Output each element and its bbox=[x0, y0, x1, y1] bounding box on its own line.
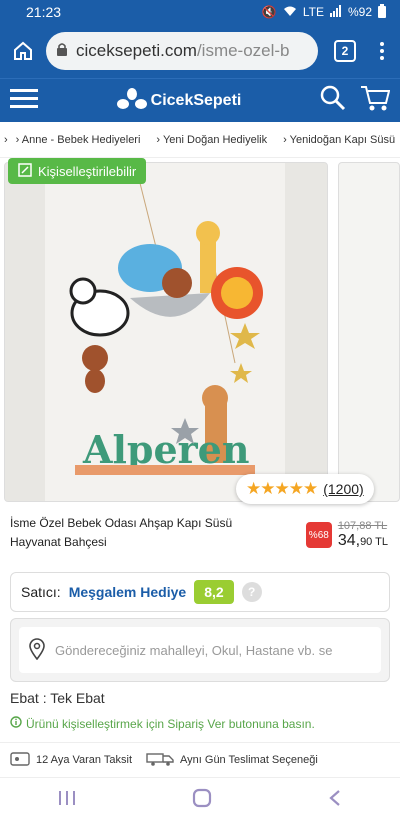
logo-text: CicekSepeti bbox=[150, 91, 242, 109]
status-bar: 21:23 🔇 LTE %92 bbox=[0, 0, 400, 24]
recent-apps-icon[interactable] bbox=[58, 790, 76, 811]
flower-logo-icon bbox=[116, 87, 147, 109]
status-icons: 🔇 LTE %92 bbox=[261, 3, 386, 21]
site-header: CicekSepeti bbox=[0, 78, 400, 122]
rating-count[interactable]: (1200) bbox=[323, 481, 363, 497]
rating-pill[interactable]: ★★★★★ (1200) bbox=[236, 474, 374, 504]
seller-label: Satıcı: bbox=[21, 584, 61, 600]
price-block: %68 107,88 TL 34,90 TL bbox=[305, 520, 388, 550]
seller-name-link[interactable]: Meşgalem Hediye bbox=[69, 584, 187, 600]
system-nav-bar bbox=[0, 778, 400, 822]
seller-box: Satıcı: Meşgalem Hediye 8,2 ? bbox=[10, 572, 390, 612]
url-path: /isme-ozel-b bbox=[196, 41, 290, 60]
truck-icon bbox=[146, 752, 174, 769]
note-text: Ürünü kişiselleştirmek için Sipariş Ver … bbox=[26, 716, 315, 731]
current-price: 34,90 TL bbox=[337, 532, 388, 549]
home-icon[interactable] bbox=[8, 36, 38, 66]
wifi-icon bbox=[283, 5, 297, 20]
breadcrumb-item[interactable]: › Anne - Bebek Hediyeleri bbox=[16, 134, 149, 146]
personalize-note: Ürünü kişiselleştirmek için Sipariş Ver … bbox=[10, 716, 315, 731]
battery-label: %92 bbox=[347, 5, 372, 19]
browser-menu-icon[interactable] bbox=[372, 42, 392, 60]
delivery-address-box: Göndereceğiniz mahalleyi, Okul, Hastane … bbox=[10, 618, 390, 682]
discount-badge: %68 bbox=[305, 522, 332, 548]
location-pin-icon bbox=[29, 637, 45, 663]
home-button-icon[interactable] bbox=[192, 788, 212, 813]
browser-toolbar: ciceksepeti.com/isme-ozel-b 2 bbox=[0, 24, 400, 78]
product-info: İsme Özel Bebek Odası Ahşap Kapı Süsü Ha… bbox=[0, 514, 400, 564]
product-title: İsme Özel Bebek Odası Ahşap Kapı Süsü Ha… bbox=[10, 516, 233, 549]
seller-score-badge: 8,2 bbox=[194, 580, 234, 604]
help-icon[interactable]: ? bbox=[241, 582, 262, 602]
site-logo[interactable]: CicekSepeti bbox=[116, 87, 242, 114]
breadcrumb: › › Anne - Bebek Hediyeleri › Yeni Doğan… bbox=[0, 122, 400, 158]
url-host: ciceksepeti.com bbox=[76, 41, 197, 60]
battery-icon bbox=[378, 3, 386, 21]
next-product-image[interactable] bbox=[338, 162, 400, 502]
breadcrumb-item[interactable]: › Yeni Doğan Hediyelik bbox=[156, 134, 275, 146]
status-time: 21:23 bbox=[26, 4, 62, 20]
product-image[interactable]: Alperen bbox=[4, 162, 328, 502]
size-option: Ebat : Tek Ebat bbox=[10, 690, 105, 706]
personalizable-badge: Kişiselleştirilebilir bbox=[8, 158, 147, 184]
installment-info: 12 Aya Varan Taksit bbox=[10, 751, 132, 769]
address-placeholder: Göndereceğiniz mahalleyi, Okul, Hastane … bbox=[55, 642, 333, 658]
network-label: LTE bbox=[302, 5, 324, 19]
address-input[interactable]: Göndereceğiniz mahalleyi, Okul, Hastane … bbox=[19, 627, 381, 673]
breadcrumb-chevron-icon: › bbox=[4, 133, 8, 146]
product-gallery: Alperen bbox=[0, 158, 400, 508]
star-rating-icon: ★★★★★ bbox=[246, 479, 318, 498]
cart-icon[interactable] bbox=[360, 84, 391, 117]
hamburger-menu-icon[interactable] bbox=[10, 88, 38, 113]
badge-label: Kişiselleştirilebilir bbox=[38, 163, 137, 179]
breadcrumb-item[interactable]: › Yenidoğan Kapı Süsü bbox=[283, 134, 400, 146]
info-icon bbox=[10, 716, 22, 731]
tab-switcher-button[interactable]: 2 bbox=[334, 40, 356, 62]
old-price: 107,88 TL bbox=[337, 520, 388, 532]
info-row: 12 Aya Varan Taksit Aynı Gün Teslimat Se… bbox=[0, 742, 400, 778]
search-icon[interactable] bbox=[320, 85, 346, 116]
mute-icon: 🔇 bbox=[261, 5, 277, 19]
url-field[interactable]: ciceksepeti.com/isme-ozel-b bbox=[46, 32, 318, 70]
back-icon[interactable] bbox=[328, 789, 342, 812]
edit-icon bbox=[18, 162, 32, 180]
lock-icon bbox=[56, 41, 68, 61]
delivery-info: Aynı Gün Teslimat Seçeneği bbox=[146, 752, 318, 769]
signal-icon bbox=[329, 4, 342, 20]
card-icon bbox=[10, 751, 30, 769]
